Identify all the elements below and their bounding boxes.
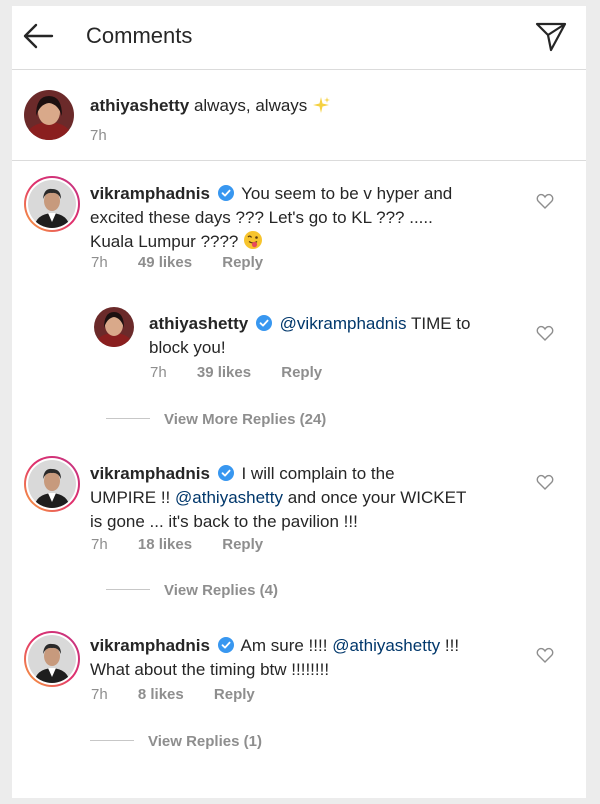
comment-body-line: Kuala Lumpur ???? — [90, 232, 239, 251]
caption-username[interactable]: athiyashetty — [90, 96, 189, 115]
comments-screen: Comments athiyashetty always, always 7h — [12, 6, 586, 798]
avatar[interactable] — [94, 307, 134, 347]
comment-body-line: excited these days ??? Let's go to KL ??… — [90, 208, 433, 227]
comment-username[interactable]: vikramphadnis — [90, 636, 210, 655]
comment-time: 7h — [91, 686, 108, 703]
reply-button[interactable]: Reply — [281, 364, 322, 381]
divider-line — [106, 589, 150, 590]
comment-text: vikramphadnis I will complain to the UMP… — [90, 462, 530, 534]
likes-count[interactable]: 49 likes — [138, 254, 192, 271]
sparkles-icon — [312, 96, 331, 121]
caption-body: always, always — [193, 96, 308, 115]
comment-meta: 7h 8 likes Reply — [91, 686, 281, 703]
comment-body-line: is gone ... it's back to the pavilion !!… — [90, 512, 358, 531]
caption-meta: 7h — [90, 127, 133, 144]
comment-body-line: TIME to — [410, 314, 471, 333]
likes-count[interactable]: 8 likes — [138, 686, 184, 703]
avatar[interactable] — [28, 635, 76, 683]
likes-count[interactable]: 18 likes — [138, 536, 192, 553]
likes-count[interactable]: 39 likes — [197, 364, 251, 381]
comment-body-line: I will complain to the — [241, 464, 395, 483]
back-button[interactable] — [18, 20, 58, 52]
verified-badge-icon — [217, 637, 234, 653]
arrow-left-icon — [23, 23, 54, 49]
comment-body-line: What about the timing btw !!!!!!!! — [90, 660, 330, 679]
share-button[interactable] — [531, 19, 571, 55]
paper-plane-icon — [535, 22, 567, 52]
divider-line — [106, 418, 150, 419]
avatar[interactable] — [28, 460, 76, 508]
winking-tongue-face-icon — [243, 230, 263, 257]
caption-time: 7h — [90, 127, 107, 144]
view-more-replies-button[interactable]: View More Replies (24) — [106, 411, 326, 428]
like-heart-icon[interactable] — [536, 324, 554, 342]
view-replies-button[interactable]: View Replies (1) — [90, 733, 262, 750]
comment-username[interactable]: vikramphadnis — [90, 184, 210, 203]
comment-meta: 7h 39 likes Reply — [150, 364, 348, 381]
avatar[interactable] — [24, 90, 74, 140]
mention-link[interactable]: @vikramphadnis — [280, 314, 407, 333]
view-replies-label: View More Replies (24) — [164, 411, 327, 428]
comment-body-line: !!! — [444, 636, 460, 655]
header-bar: Comments — [12, 6, 586, 70]
comment-username[interactable]: vikramphadnis — [90, 464, 210, 483]
view-replies-button[interactable]: View Replies (4) — [106, 582, 278, 599]
verified-badge-icon — [217, 185, 234, 201]
comment-body-line: You seem to be v hyper and — [241, 184, 453, 203]
like-heart-icon[interactable] — [536, 646, 554, 664]
reply-button[interactable]: Reply — [222, 536, 263, 553]
comment-meta: 7h 18 likes Reply — [91, 536, 289, 553]
comment-body-line: Am sure !!!! — [240, 636, 328, 655]
verified-badge-icon — [217, 465, 234, 481]
reply-button[interactable]: Reply — [214, 686, 255, 703]
comment-time: 7h — [150, 364, 167, 381]
view-replies-label: View Replies (4) — [164, 582, 278, 599]
reply-button[interactable]: Reply — [222, 254, 263, 271]
verified-badge-icon — [255, 315, 272, 331]
comment-username[interactable]: athiyashetty — [149, 314, 248, 333]
post-caption: athiyashetty always, always 7h — [12, 71, 586, 161]
comment-time: 7h — [91, 254, 108, 271]
comment-text: athiyashetty @vikramphadnis TIME to bloc… — [149, 312, 519, 360]
comment-text: vikramphadnis You seem to be v hyper and… — [90, 182, 510, 257]
comment-body-line: and once your WICKET — [287, 488, 467, 507]
like-heart-icon[interactable] — [536, 192, 554, 210]
view-replies-label: View Replies (1) — [148, 733, 262, 750]
comment-time: 7h — [91, 536, 108, 553]
comment-meta: 7h 49 likes Reply — [91, 254, 289, 271]
avatar[interactable] — [28, 180, 76, 228]
divider-line — [90, 740, 134, 741]
comment-body-line: UMPIRE !! — [90, 488, 171, 507]
caption-text: athiyashetty always, always — [90, 94, 331, 121]
mention-link[interactable]: @athiyashetty — [332, 636, 440, 655]
mention-link[interactable]: @athiyashetty — [175, 488, 283, 507]
like-heart-icon[interactable] — [536, 473, 554, 491]
comment-text: vikramphadnis Am sure !!!! @athiyashetty… — [90, 634, 530, 682]
comment-body-line: block you! — [149, 338, 226, 357]
page-title: Comments — [86, 23, 193, 48]
